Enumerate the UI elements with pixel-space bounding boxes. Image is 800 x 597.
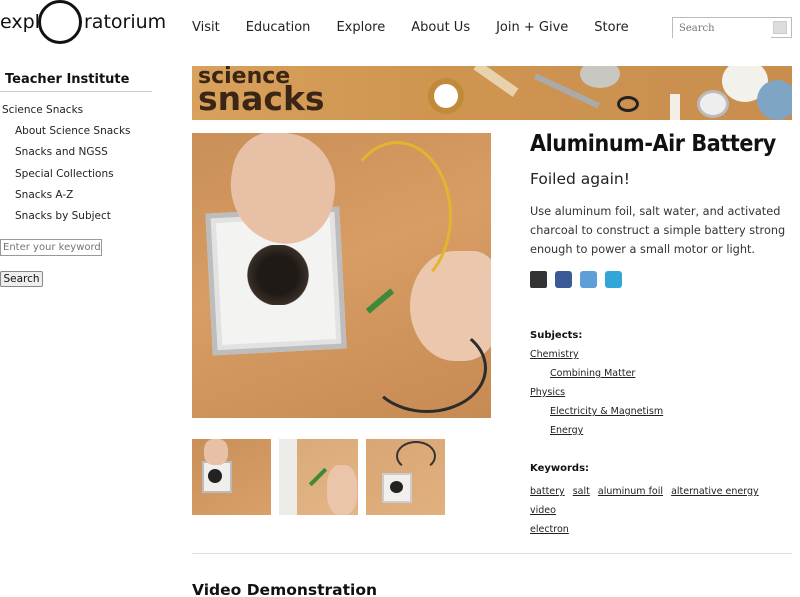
main-experiment-photo	[192, 133, 491, 418]
subject-link-combining-matter[interactable]: Combining Matter	[550, 368, 635, 379]
thumbnail-3[interactable]	[366, 439, 445, 515]
sidebar-menu: Science Snacks About Science Snacks Snac…	[2, 104, 131, 231]
logo-text-left: expl	[0, 11, 40, 33]
banner-pins-decoration	[697, 90, 729, 118]
banner-line-2: snacks	[198, 78, 325, 118]
subject-link-energy[interactable]: Energy	[550, 425, 583, 436]
keyword-search-input[interactable]	[0, 239, 102, 256]
keyword-search-button[interactable]: Search	[0, 271, 43, 287]
keyword-link[interactable]: battery	[530, 486, 565, 497]
section-divider	[192, 553, 792, 554]
keyword-link[interactable]: aluminum foil	[598, 486, 663, 497]
sidebar-divider	[0, 91, 152, 92]
banner-scissor-handle-decoration	[617, 96, 639, 112]
twitter-icon[interactable]	[605, 271, 622, 288]
yellow-wire	[342, 141, 452, 291]
green-clip	[365, 288, 395, 314]
keywords-list: battery salt aluminum foil alternative e…	[530, 482, 792, 539]
banner-glass-decoration	[757, 80, 792, 120]
facebook-icon[interactable]	[555, 271, 572, 288]
site-search	[672, 17, 792, 38]
banner-title: science snacks	[198, 66, 325, 118]
nav-store[interactable]: Store	[594, 20, 628, 35]
sidebar-item-about-science-snacks[interactable]: About Science Snacks	[2, 125, 131, 146]
sidebar-item-special-collections[interactable]: Special Collections	[2, 168, 131, 189]
search-submit-button[interactable]	[773, 21, 787, 34]
activated-charcoal	[247, 245, 309, 305]
sidebar-item-snacks-by-subject[interactable]: Snacks by Subject	[2, 210, 131, 231]
page-subtitle: Foiled again!	[530, 170, 630, 188]
page-title: Aluminum-Air Battery	[530, 131, 776, 157]
keyword-link[interactable]: salt	[573, 486, 590, 497]
nav-education[interactable]: Education	[246, 20, 311, 35]
keyword-link[interactable]: video	[530, 505, 556, 516]
nav-about-us[interactable]: About Us	[411, 20, 470, 35]
print-icon[interactable]	[530, 271, 547, 288]
nav-join-give[interactable]: Join + Give	[496, 20, 568, 35]
nav-explore[interactable]: Explore	[336, 20, 385, 35]
subject-link-chemistry[interactable]: Chemistry	[530, 349, 579, 360]
video-section-title: Video Demonstration	[192, 581, 378, 597]
thumbnail-1[interactable]	[192, 439, 271, 515]
banner-washers-decoration	[580, 66, 620, 88]
subject-link-electricity-magnetism[interactable]: Electricity & Magnetism	[550, 406, 663, 417]
logo-text-right: ratorium	[84, 11, 167, 33]
site-search-input[interactable]	[673, 19, 771, 38]
banner-rubber-bands-decoration	[428, 78, 464, 114]
black-wire	[367, 323, 487, 413]
keyword-link[interactable]: electron	[530, 524, 569, 535]
sidebar-item-snacks-and-ngss[interactable]: Snacks and NGSS	[2, 146, 131, 167]
share-icons	[530, 271, 622, 288]
banner-clothespins-decoration	[473, 66, 519, 97]
delicious-icon[interactable]	[580, 271, 597, 288]
description: Use aluminum foil, salt water, and activ…	[530, 205, 786, 256]
science-snacks-banner: science snacks	[192, 66, 792, 120]
thumbnail-2[interactable]	[279, 439, 358, 515]
sidebar-item-snacks-a-z[interactable]: Snacks A-Z	[2, 189, 131, 210]
sidebar-item-science-snacks[interactable]: Science Snacks	[2, 104, 131, 125]
subjects-label: Subjects:	[530, 330, 583, 341]
keyword-link[interactable]: alternative energy	[671, 486, 759, 497]
logo-ring-icon	[38, 0, 82, 44]
banner-glue-decoration	[670, 94, 680, 120]
keywords-label: Keywords:	[530, 463, 590, 474]
subject-link-physics[interactable]: Physics	[530, 387, 565, 398]
top-navigation: Visit Education Explore About Us Join + …	[192, 20, 655, 35]
nav-visit[interactable]: Visit	[192, 20, 220, 35]
sidebar-title[interactable]: Teacher Institute	[5, 72, 129, 87]
exploratorium-logo[interactable]: expl ratorium	[0, 0, 166, 46]
